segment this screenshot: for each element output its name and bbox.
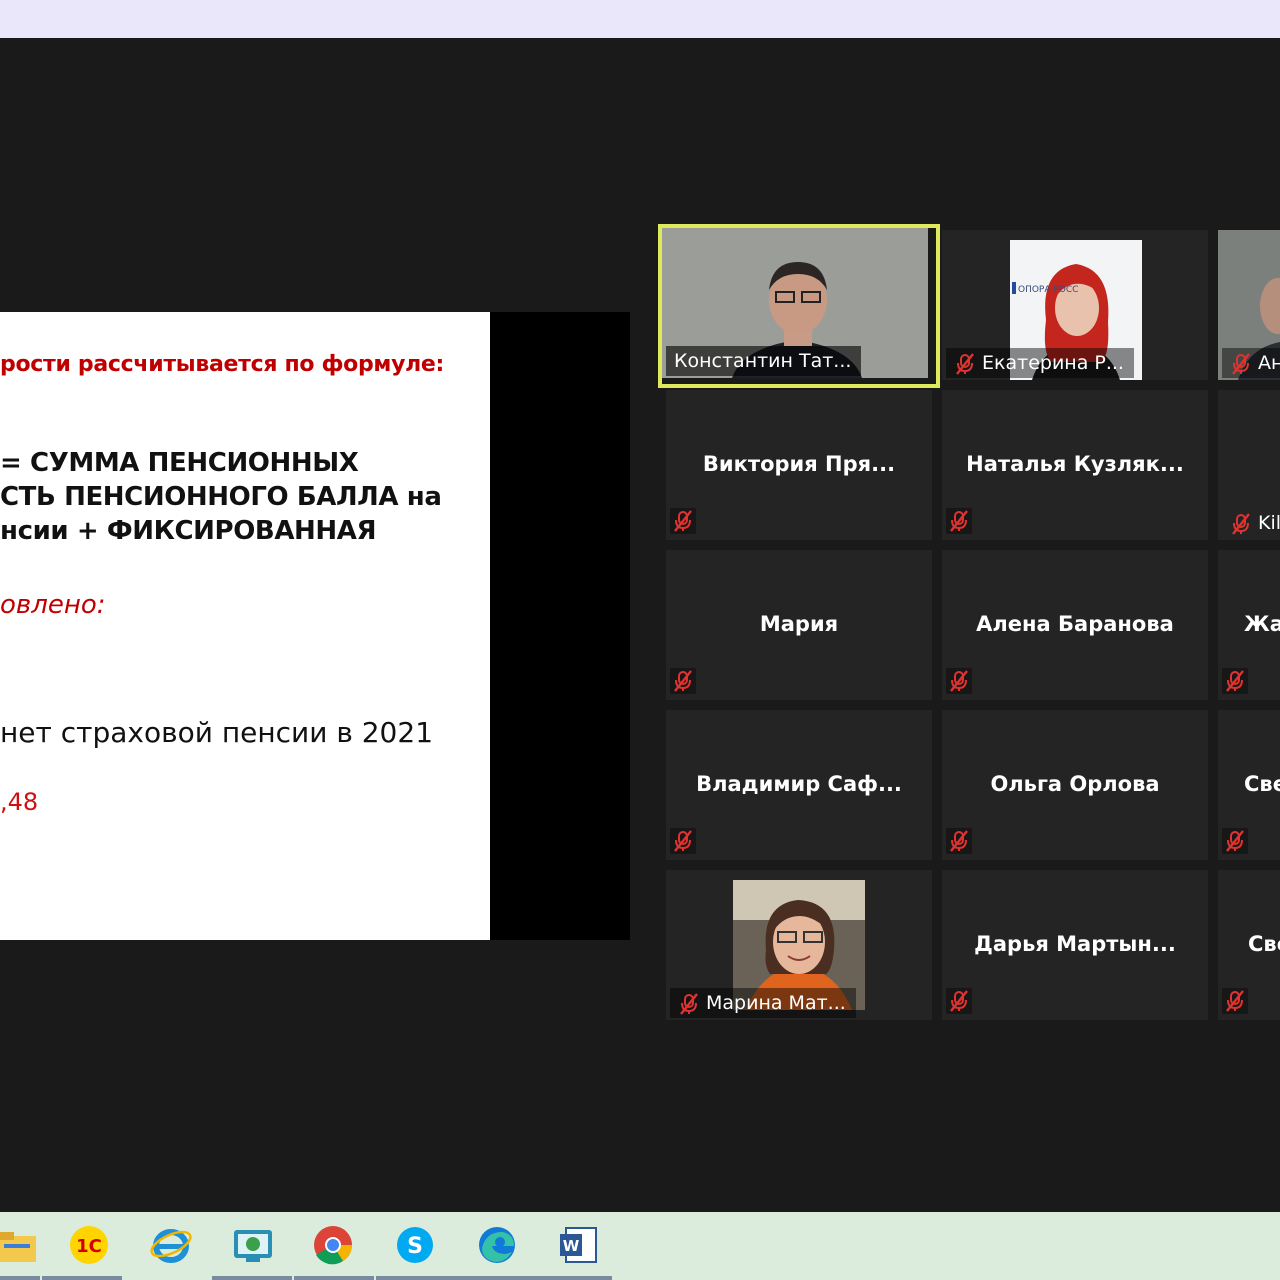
mic-muted-icon xyxy=(950,830,968,852)
skype-icon-label: S xyxy=(407,1234,423,1259)
shared-slide xyxy=(0,312,490,940)
word-icon-label: W xyxy=(563,1237,580,1255)
slide-formula-line-3: нсии + ФИКСИРОВАННАЯ xyxy=(0,516,377,546)
taskbar-running-indicator xyxy=(0,1276,40,1280)
mic-muted-icon xyxy=(674,670,692,692)
mic-status xyxy=(946,988,972,1014)
mic-muted-icon xyxy=(956,352,974,375)
mic-muted-icon xyxy=(1232,512,1250,535)
mic-muted-icon xyxy=(1226,990,1244,1012)
taskbar-running-indicator xyxy=(532,1276,612,1280)
participant-tile-sve-1[interactable]: Све xyxy=(1218,710,1280,860)
participant-name: Виктория Пря... xyxy=(702,452,896,476)
participant-name-tag: Марина Мат... xyxy=(670,988,856,1018)
participant-name: Све xyxy=(1244,772,1280,796)
mic-muted-icon xyxy=(950,670,968,692)
mic-status xyxy=(1222,988,1248,1014)
participant-name: Екатерина Р... xyxy=(982,352,1124,374)
participant-name: Kil xyxy=(1258,512,1280,534)
participant-name: Ольга Орлова xyxy=(990,772,1160,796)
opora-logo-text: ОПОРА РОСС xyxy=(1018,285,1078,295)
mic-status xyxy=(946,508,972,534)
mic-muted-icon xyxy=(680,992,698,1015)
taskbar-running-indicator xyxy=(376,1276,456,1280)
taskbar-running-indicator xyxy=(456,1276,536,1280)
participant-tile-alena[interactable]: Алена Баранова xyxy=(942,550,1208,700)
taskbar-running-indicator xyxy=(42,1276,122,1280)
mic-muted-icon xyxy=(674,830,692,852)
mic-status xyxy=(670,828,696,854)
participant-name: Владимир Саф... xyxy=(696,772,902,796)
mic-muted-icon xyxy=(950,990,968,1012)
mic-muted-icon xyxy=(1226,670,1244,692)
mic-status xyxy=(1222,828,1248,854)
slide-value: ,48 xyxy=(0,788,39,816)
skype-icon[interactable]: S xyxy=(392,1222,438,1268)
participant-name: Жа xyxy=(1244,612,1280,636)
participant-tile-kil[interactable]: Kil xyxy=(1218,390,1280,540)
participant-tile-konstantin[interactable]: Константин Тат... xyxy=(662,228,928,378)
participant-name-tag: Ан xyxy=(1222,348,1280,378)
participant-tile-viktoria[interactable]: Виктория Пря... xyxy=(666,390,932,540)
participant-name-tag: Kil xyxy=(1222,508,1280,538)
shared-screen-margin xyxy=(490,312,630,940)
taskbar-running-indicator xyxy=(294,1276,374,1280)
participant-tile-an[interactable]: Ан xyxy=(1218,230,1280,380)
participant-name: Марина Мат... xyxy=(706,992,846,1014)
participant-tile-marina[interactable]: Марина Мат... xyxy=(666,870,932,1020)
mic-muted-icon xyxy=(674,510,692,532)
participant-name: Ан xyxy=(1258,352,1280,374)
participant-tile-ekaterina[interactable]: ОПОРА РОСС Екатерина Р... xyxy=(942,230,1208,380)
slide-formula-heading: рости рассчитывается по формуле: xyxy=(0,352,445,377)
word-icon[interactable]: W xyxy=(556,1222,602,1268)
slide-pension-point-text: нет страховой пенсии в 2021 xyxy=(0,716,434,749)
participant-name: Константин Тат... xyxy=(674,350,852,372)
participant-tile-darya[interactable]: Дарья Мартын... xyxy=(942,870,1208,1020)
taskbar: 1С S W xyxy=(0,1212,1280,1280)
participant-tile-zha[interactable]: Жа xyxy=(1218,550,1280,700)
internet-explorer-icon[interactable] xyxy=(148,1222,194,1268)
mic-muted-icon xyxy=(950,510,968,532)
slide-established-label: овлено: xyxy=(0,590,106,620)
mic-status xyxy=(1222,668,1248,694)
taskbar-running-indicator xyxy=(212,1276,292,1280)
mic-status xyxy=(946,828,972,854)
participant-name: Дарья Мартын... xyxy=(974,932,1176,956)
remote-desktop-icon[interactable] xyxy=(230,1222,276,1268)
window-title-bar xyxy=(0,0,1280,38)
participant-tile-maria[interactable]: Мария xyxy=(666,550,932,700)
1c-icon-label: 1С xyxy=(76,1236,102,1257)
slide-formula-line-1: = СУММА ПЕНСИОННЫХ xyxy=(0,448,359,478)
participant-tile-natalya[interactable]: Наталья Кузляк... xyxy=(942,390,1208,540)
file-explorer-icon[interactable] xyxy=(0,1222,40,1268)
mic-status xyxy=(670,668,696,694)
mic-muted-icon xyxy=(1232,352,1250,375)
participant-name: Све xyxy=(1248,932,1280,956)
participant-tile-sve-2[interactable]: Све xyxy=(1218,870,1280,1020)
participant-name: Наталья Кузляк... xyxy=(966,452,1184,476)
participant-tile-vladimir[interactable]: Владимир Саф... xyxy=(666,710,932,860)
mic-status xyxy=(670,508,696,534)
participant-name-tag: Константин Тат... xyxy=(666,346,862,376)
edge-icon[interactable] xyxy=(474,1222,520,1268)
participant-name: Мария xyxy=(759,612,839,636)
mic-status xyxy=(946,668,972,694)
participant-tile-olga[interactable]: Ольга Орлова xyxy=(942,710,1208,860)
slide-formula-line-2: СТЬ ПЕНСИОННОГО БАЛЛА на xyxy=(0,482,442,512)
chrome-icon[interactable] xyxy=(310,1222,356,1268)
participant-name-tag: Екатерина Р... xyxy=(946,348,1134,378)
mic-muted-icon xyxy=(1226,830,1244,852)
participant-name: Алена Баранова xyxy=(976,612,1174,636)
1c-icon[interactable]: 1С xyxy=(66,1222,112,1268)
